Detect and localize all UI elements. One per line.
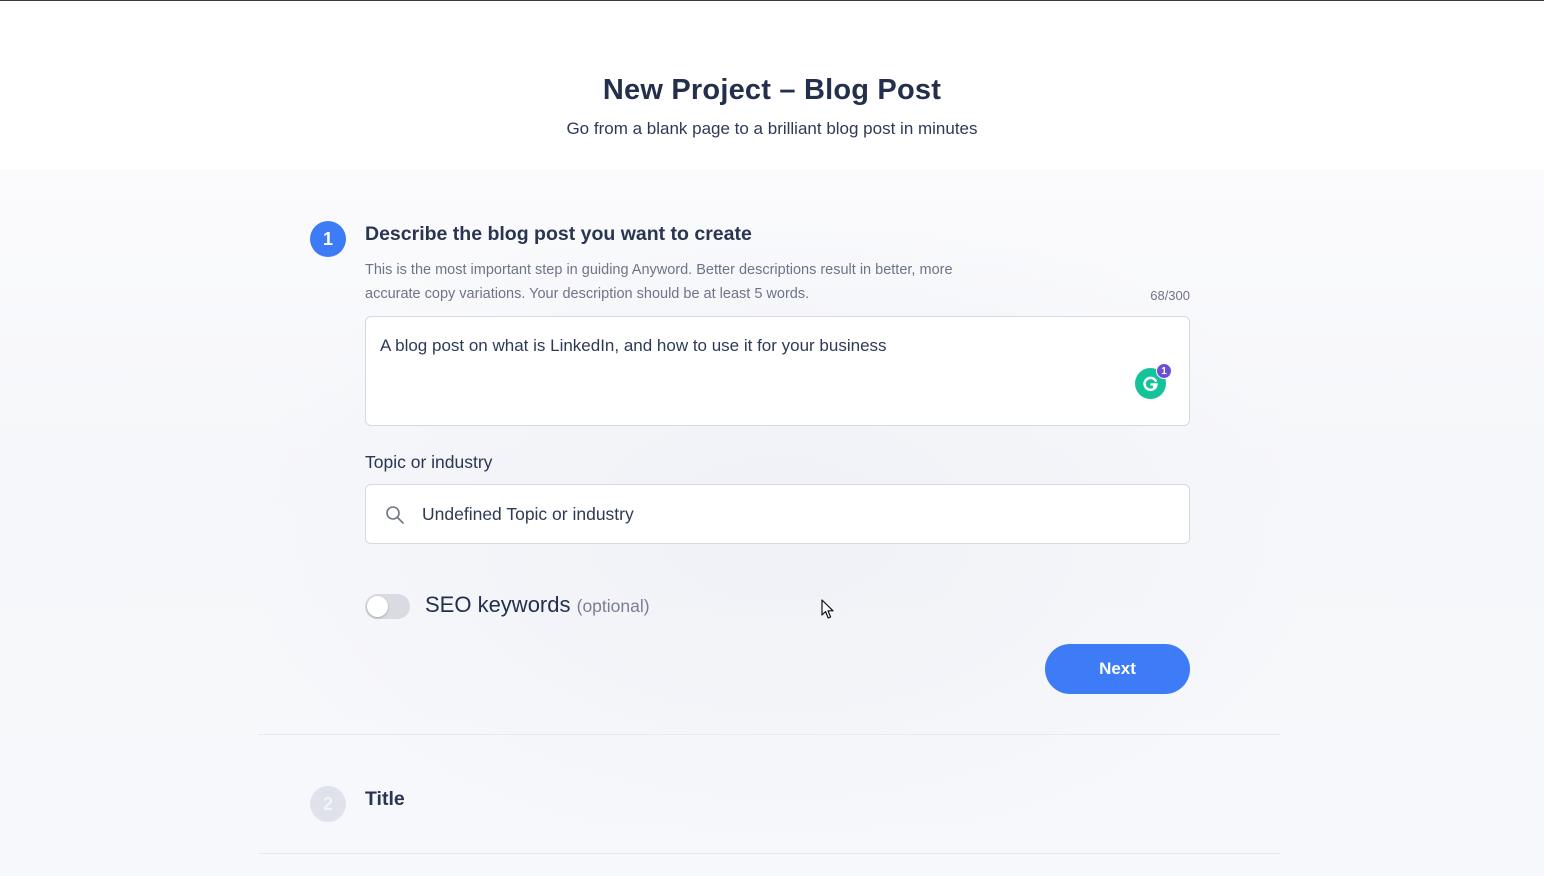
seo-keywords-text: SEO keywords	[425, 592, 571, 617]
description-text: A blog post on what is LinkedIn, and how…	[380, 336, 887, 355]
seo-optional-text: (optional)	[576, 596, 650, 616]
seo-keywords-label: SEO keywords (optional)	[425, 592, 650, 618]
window-top-border	[0, 0, 1544, 1]
page-subtitle: Go from a blank page to a brilliant blog…	[566, 119, 978, 138]
section-divider	[258, 853, 1280, 854]
topic-label: Topic or industry	[365, 452, 493, 472]
page-header: New Project – Blog Post Go from a blank …	[0, 74, 1544, 139]
character-counter: 68/300	[1150, 288, 1190, 303]
step-2-heading[interactable]: Title	[365, 788, 405, 811]
search-icon	[386, 506, 404, 524]
step-2-indicator: 2	[310, 786, 346, 822]
section-divider	[258, 734, 1280, 735]
step-1-indicator: 1	[310, 221, 346, 257]
grammarly-g-glyph	[1143, 376, 1158, 391]
next-button[interactable]: Next	[1045, 644, 1190, 694]
step-1-heading: Describe the blog post you want to creat…	[365, 223, 752, 245]
topic-search-input[interactable]: Undefined Topic or industry	[365, 484, 1190, 544]
description-textarea[interactable]: A blog post on what is LinkedIn, and how…	[365, 316, 1190, 426]
grammarly-suggestion-badge: 1	[1156, 363, 1172, 379]
page-title: New Project – Blog Post	[602, 74, 942, 106]
step-1-description: This is the most important step in guidi…	[365, 262, 953, 302]
toggle-knob	[367, 596, 388, 617]
seo-keywords-toggle[interactable]	[365, 594, 410, 619]
topic-value: Undefined Topic or industry	[422, 504, 634, 524]
mouse-cursor-icon	[821, 599, 834, 619]
